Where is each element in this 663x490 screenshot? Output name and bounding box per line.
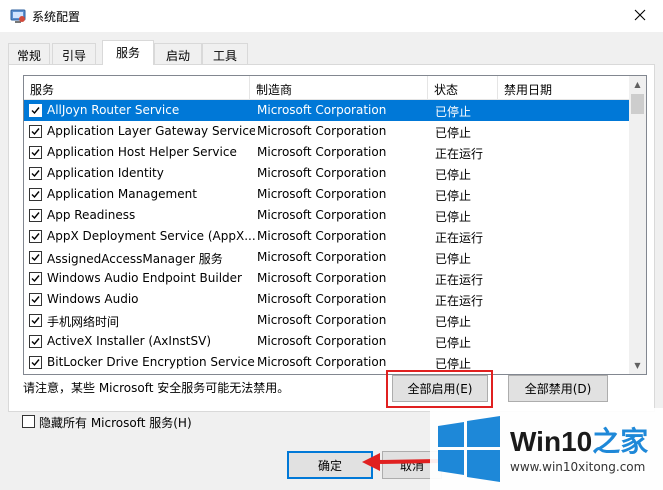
service-status: 正在运行 [435,231,484,245]
service-status: 已停止 [435,252,472,266]
service-checkbox[interactable] [29,356,42,369]
table-row[interactable]: 手机网络时间 Microsoft Corporation 已停止 [24,310,629,331]
service-manufacturer: Microsoft Corporation [257,124,387,138]
services-list[interactable]: 服务 制造商 状态 禁用日期 AllJoyn Router Service Mic… [23,75,647,375]
table-row[interactable]: AssignedAccessManager 服务 Microsoft Corpor… [24,247,629,268]
service-status: 已停止 [435,210,472,224]
service-manufacturer: Microsoft Corporation [257,355,387,369]
service-name: AppX Deployment Service (AppX... [47,229,255,243]
note-text: 请注意，某些 Microsoft 安全服务可能无法禁用。 [23,381,290,395]
disable-all-button[interactable]: 全部禁用(D) [508,375,608,402]
tab-tools[interactable]: 工具 [202,43,248,64]
services-panel: 服务 制造商 状态 禁用日期 AllJoyn Router Service Mic… [8,64,655,412]
service-manufacturer: Microsoft Corporation [257,166,387,180]
table-row[interactable]: AllJoyn Router Service Microsoft Corporat… [24,100,629,121]
service-rows: AllJoyn Router Service Microsoft Corporat… [24,100,629,373]
service-checkbox[interactable] [29,230,42,243]
service-name: AssignedAccessManager 服务 [47,252,223,266]
service-name: App Readiness [47,208,136,222]
service-checkbox[interactable] [29,251,42,264]
close-icon [634,9,646,24]
service-status: 已停止 [435,168,472,182]
table-row[interactable]: AppX Deployment Service (AppX... Microsof… [24,226,629,247]
service-manufacturer: Microsoft Corporation [257,208,387,222]
column-header-service[interactable]: 服务 [24,76,250,100]
service-checkbox[interactable] [29,167,42,180]
scroll-up-icon[interactable]: ▲ [629,76,646,93]
service-manufacturer: Microsoft Corporation [257,145,387,159]
service-manufacturer: Microsoft Corporation [257,271,387,285]
service-manufacturer: Microsoft Corporation [257,229,387,243]
tab-general[interactable]: 常规 [8,43,50,64]
service-name: Windows Audio Endpoint Builder [47,271,242,285]
service-name: Application Identity [47,166,164,180]
service-manufacturer: Microsoft Corporation [257,187,387,201]
service-name: 手机网络时间 [47,315,120,329]
table-row[interactable]: Application Layer Gateway Service Microso… [24,121,629,142]
table-row[interactable]: Application Host Helper Service Microsoft… [24,142,629,163]
service-status: 已停止 [435,189,472,203]
table-row[interactable]: Windows Audio Microsoft Corporation 正在运行 [24,289,629,310]
service-checkbox[interactable] [29,104,42,117]
service-checkbox[interactable] [29,335,42,348]
tab-services[interactable]: 服务 [102,40,154,65]
service-status: 已停止 [435,105,472,119]
service-status: 正在运行 [435,273,484,287]
table-row[interactable]: ActiveX Installer (AxInstSV) Microsoft Co… [24,331,629,352]
window-title: 系统配置 [32,10,81,24]
service-checkbox[interactable] [29,146,42,159]
table-row[interactable]: Application Management Microsoft Corporat… [24,184,629,205]
service-manufacturer: Microsoft Corporation [257,250,387,264]
service-status: 已停止 [435,315,472,329]
service-checkbox[interactable] [29,293,42,306]
service-checkbox[interactable] [29,314,42,327]
table-row[interactable]: App Readiness Microsoft Corporation 已停止 [24,205,629,226]
scroll-thumb[interactable] [631,94,644,114]
watermark-title-main: Win10 [510,426,593,457]
service-manufacturer: Microsoft Corporation [257,334,387,348]
service-name: Application Layer Gateway Service [47,124,255,138]
service-name: AllJoyn Router Service [47,103,180,117]
service-name: BitLocker Drive Encryption Service [47,355,255,369]
service-manufacturer: Microsoft Corporation [257,103,387,117]
watermark-title-accent: 之家 [592,426,649,457]
watermark-url: www.win10xitong.com [510,460,646,474]
column-header-manufacturer[interactable]: 制造商 [250,76,428,100]
table-row[interactable]: Windows Audio Endpoint Builder Microsoft … [24,268,629,289]
title-bar: 系统配置 [0,0,663,32]
column-header-disable-date[interactable]: 禁用日期 [498,76,629,100]
service-checkbox[interactable] [29,209,42,222]
service-checkbox[interactable] [29,272,42,285]
service-manufacturer: Microsoft Corporation [257,292,387,306]
annotation-arrow-icon [362,453,438,471]
table-row[interactable]: BitLocker Drive Encryption Service Micros… [24,352,629,373]
service-status: 正在运行 [435,294,484,308]
windows-logo-icon [438,416,500,482]
service-status: 已停止 [435,336,472,350]
hide-ms-label: 隐藏所有 Microsoft 服务(H) [39,416,192,430]
list-header: 服务 制造商 状态 禁用日期 [24,76,629,100]
service-name: Windows Audio [47,292,139,306]
service-name: ActiveX Installer (AxInstSV) [47,334,212,348]
watermark-title: Win10之家 [510,420,648,460]
close-button[interactable] [617,0,663,32]
scroll-down-icon[interactable]: ▼ [629,357,646,374]
service-name: Application Host Helper Service [47,145,237,159]
service-name: Application Management [47,187,197,201]
tab-startup[interactable]: 启动 [154,43,202,64]
highlight-box [386,370,493,408]
service-status: 已停止 [435,126,472,140]
tab-boot[interactable]: 引导 [52,43,96,64]
hide-ms-checkbox[interactable] [22,415,35,428]
service-manufacturer: Microsoft Corporation [257,313,387,327]
column-header-status[interactable]: 状态 [428,76,498,100]
vertical-scrollbar[interactable]: ▲ ▼ [629,76,646,374]
system-config-icon [10,8,26,24]
table-row[interactable]: Application Identity Microsoft Corporatio… [24,163,629,184]
watermark: Win10之家 www.win10xitong.com [430,408,663,490]
service-status: 正在运行 [435,147,484,161]
service-checkbox[interactable] [29,188,42,201]
service-checkbox[interactable] [29,125,42,138]
